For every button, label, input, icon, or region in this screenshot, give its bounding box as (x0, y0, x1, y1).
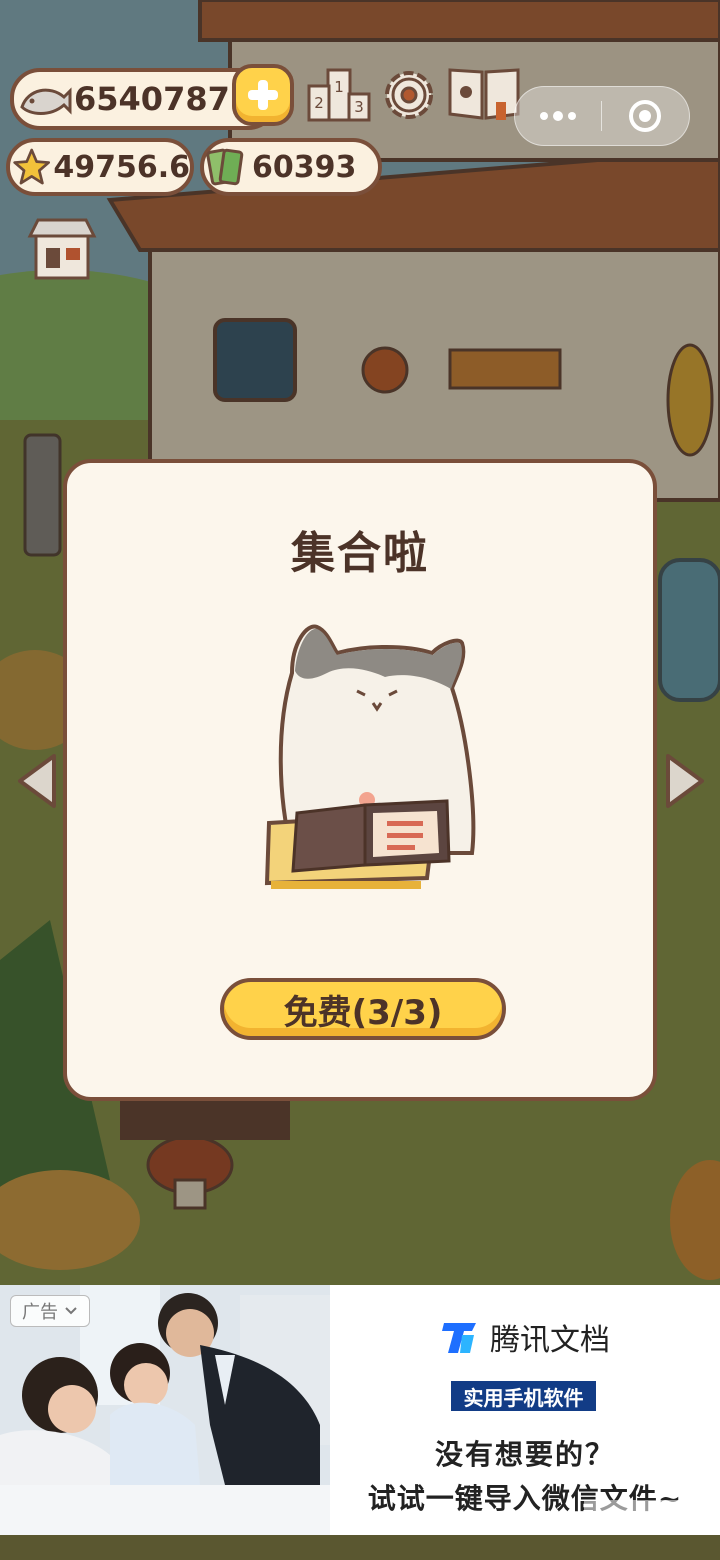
ad-brand-name: 腾讯文档 (490, 1323, 610, 1358)
star-icon (13, 148, 51, 185)
star-counter: 49756.6 (6, 138, 194, 196)
close-miniprogram-button[interactable] (602, 99, 688, 133)
fish-count: 65407875 (74, 80, 253, 118)
free-assemble-button[interactable]: 免费(3/3) (220, 978, 506, 1040)
tencent-docs-logo-icon (442, 1323, 476, 1353)
music-note-icon (602, 1509, 617, 1527)
svg-text:3: 3 (354, 98, 364, 116)
ad-headline: 没有想要的？ (434, 1438, 615, 1471)
gear-icon[interactable] (378, 64, 440, 126)
svg-text:1: 1 (334, 78, 344, 96)
bottom-strip (0, 1535, 720, 1560)
catbook-icon[interactable] (446, 62, 522, 122)
ad-brand: 腾讯文档 (440, 1315, 610, 1359)
ad-subtitle: 实用手机软件 (451, 1381, 596, 1411)
more-icon (540, 111, 576, 121)
cash-counter: 60393 (200, 138, 382, 196)
shop-icon[interactable] (24, 214, 100, 284)
promo-label: 活动推广 (584, 1500, 720, 1536)
cash-count: 60393 (252, 149, 357, 185)
svg-text:2: 2 (314, 94, 324, 112)
add-fish-button[interactable] (232, 64, 294, 126)
ad-tag-label: 广告 (22, 1302, 58, 1323)
arrow-left-icon[interactable] (14, 752, 58, 810)
star-count: 49756.6 (53, 149, 190, 185)
fish-icon (20, 87, 72, 115)
ranking-icon[interactable]: 1 2 3 (306, 66, 372, 124)
cat-reading-illustration (264, 624, 476, 889)
chevron-down-icon (65, 1307, 77, 1315)
miniprogram-capsule (514, 86, 690, 146)
target-icon (629, 100, 661, 132)
cash-icon (206, 148, 244, 186)
promo-text: 活动推广 (623, 1507, 703, 1532)
assemble-dialog: 集合啦 免费(3/3) (63, 459, 657, 1101)
more-menu-button[interactable] (515, 110, 601, 122)
plus-icon (248, 80, 278, 110)
arrow-right-icon[interactable] (664, 752, 708, 810)
ad-banner[interactable]: 广告 腾讯文档 实用手机软件 没有想要的？ 试试一键导入微信文件~ (0, 1285, 720, 1535)
ad-tag[interactable]: 广告 (10, 1295, 90, 1327)
dialog-title: 集合啦 (291, 528, 429, 579)
ad-photo: 广告 (0, 1285, 330, 1535)
